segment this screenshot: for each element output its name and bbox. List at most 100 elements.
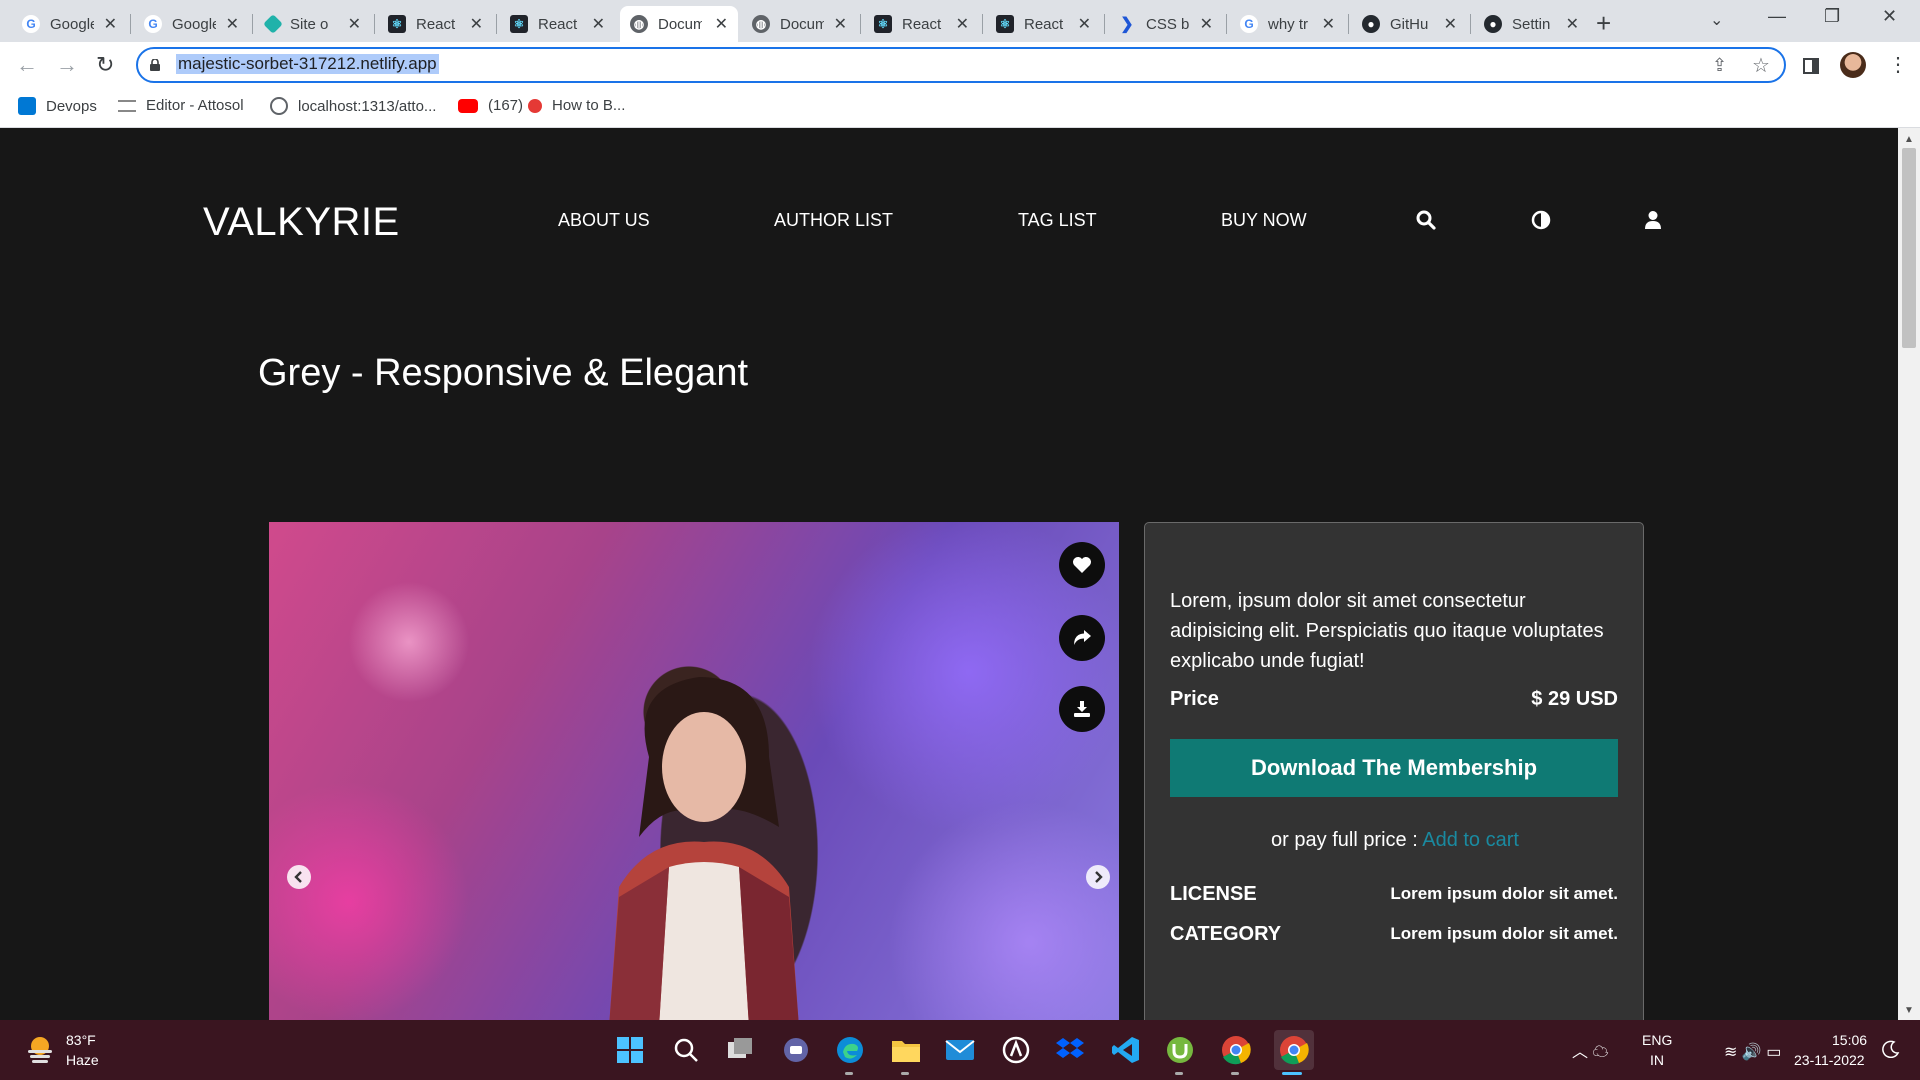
bookmark-youtube[interactable]: (167) xyxy=(458,97,523,114)
profile-avatar[interactable] xyxy=(1840,52,1866,78)
browser-tab-active[interactable]: ◍ Docum ✕ xyxy=(620,6,738,42)
share-button[interactable] xyxy=(1059,615,1105,661)
close-icon[interactable]: ✕ xyxy=(1566,14,1579,34)
new-tab-button[interactable]: + xyxy=(1596,8,1611,39)
browser-tab[interactable]: ⚛ React ✕ xyxy=(864,6,979,42)
clock-time[interactable]: 15:06 xyxy=(1832,1032,1867,1048)
close-icon[interactable]: ✕ xyxy=(1444,14,1457,34)
utorrent-icon[interactable] xyxy=(1164,1034,1196,1066)
close-icon[interactable]: ✕ xyxy=(470,14,483,34)
chrome-icon[interactable] xyxy=(1274,1030,1314,1070)
tab-divider xyxy=(252,14,253,34)
favorite-button[interactable] xyxy=(1059,542,1105,588)
nav-author-list[interactable]: AUTHOR LIST xyxy=(774,210,893,231)
close-icon[interactable]: ✕ xyxy=(834,14,847,34)
close-icon[interactable]: ✕ xyxy=(1200,14,1213,34)
window-close-icon[interactable]: ✕ xyxy=(1882,6,1897,27)
browser-tab[interactable]: ◍ Docum ✕ xyxy=(742,6,857,42)
close-icon[interactable]: ✕ xyxy=(592,14,605,34)
pay-full-price-text: or pay full price : xyxy=(1271,829,1418,851)
task-view-icon[interactable] xyxy=(724,1034,756,1066)
add-to-cart-link[interactable]: Add to cart xyxy=(1422,829,1519,851)
minimize-icon[interactable]: — xyxy=(1768,6,1786,27)
browser-tab[interactable]: ● Settin ✕ xyxy=(1474,6,1589,42)
github-icon: ● xyxy=(1484,15,1502,33)
dropbox-icon[interactable] xyxy=(1054,1034,1086,1066)
close-icon[interactable]: ✕ xyxy=(1322,14,1335,34)
browser-tab[interactable]: G Google ✕ xyxy=(12,6,127,42)
browser-tab[interactable]: G Google ✕ xyxy=(134,6,249,42)
hero-image-slider[interactable] xyxy=(269,522,1119,1020)
scrollbar-thumb[interactable] xyxy=(1902,148,1916,348)
nav-tag-list[interactable]: TAG LIST xyxy=(1018,210,1097,231)
bookmark-localhost[interactable]: localhost:1313/atto... xyxy=(270,97,436,115)
file-explorer-icon[interactable] xyxy=(890,1034,922,1066)
close-icon[interactable]: ✕ xyxy=(226,14,239,34)
kebab-menu-icon[interactable]: ⋮ xyxy=(1888,52,1908,77)
scroll-down-arrow-icon[interactable]: ▼ xyxy=(1904,1005,1914,1016)
notification-moon-icon[interactable] xyxy=(1882,1040,1900,1058)
bookmark-editor[interactable]: Editor - Attosol xyxy=(118,97,244,114)
google-icon: G xyxy=(144,15,162,33)
scroll-up-arrow-icon[interactable]: ▲ xyxy=(1904,134,1914,145)
browser-tab[interactable]: G why tr ✕ xyxy=(1230,6,1345,42)
tab-label: Docum xyxy=(658,15,702,33)
bookmark-star-icon[interactable]: ☆ xyxy=(1752,53,1770,78)
bookmark-devops[interactable]: Devops xyxy=(18,97,97,115)
system-tray-icons[interactable]: ︿ ☁ ≋ 🔊 ▭ xyxy=(1572,1038,1781,1062)
tab-label: React xyxy=(538,15,578,33)
windows-start-icon[interactable] xyxy=(614,1034,646,1066)
chat-icon[interactable] xyxy=(780,1034,812,1066)
chrome-icon[interactable] xyxy=(1220,1034,1252,1066)
close-icon[interactable]: ✕ xyxy=(956,14,969,34)
weather-haze-icon[interactable] xyxy=(24,1034,56,1064)
close-icon[interactable]: ✕ xyxy=(1078,14,1091,34)
browser-tab[interactable]: ● GitHu ✕ xyxy=(1352,6,1467,42)
nav-about-us[interactable]: ABOUT US xyxy=(558,210,650,231)
page-scrollbar[interactable]: ▲ ▼ xyxy=(1898,128,1920,1020)
input-region[interactable]: IN xyxy=(1650,1052,1664,1068)
close-icon[interactable]: ✕ xyxy=(104,14,117,34)
input-language[interactable]: ENG xyxy=(1642,1032,1672,1048)
nav-buy-now[interactable]: BUY NOW xyxy=(1221,210,1307,231)
share-icon[interactable]: ⇪ xyxy=(1712,55,1727,76)
back-arrow-icon[interactable]: ← xyxy=(16,52,38,78)
browser-tab[interactable]: ⚛ React ✕ xyxy=(378,6,493,42)
slider-next-button[interactable] xyxy=(1086,865,1110,889)
tab-search-chevron-icon[interactable]: ⌄ xyxy=(1710,10,1723,30)
tab-divider xyxy=(860,14,861,34)
bookmark-how-to[interactable]: How to B... xyxy=(528,97,625,114)
search-icon[interactable] xyxy=(1416,210,1436,230)
taskbar-search-icon[interactable] xyxy=(670,1034,702,1066)
close-icon[interactable]: ✕ xyxy=(348,14,361,34)
contrast-icon[interactable] xyxy=(1531,210,1551,230)
close-icon[interactable]: ✕ xyxy=(715,14,728,34)
user-icon[interactable] xyxy=(1644,210,1662,230)
mail-icon[interactable] xyxy=(944,1034,976,1066)
forward-arrow-icon[interactable]: → xyxy=(56,52,78,78)
edge-icon[interactable] xyxy=(834,1034,866,1066)
restore-icon[interactable]: ❐ xyxy=(1824,6,1840,27)
browser-tab[interactable]: Site o ✕ xyxy=(256,6,371,42)
weather-condition: Haze xyxy=(66,1052,99,1068)
lock-icon[interactable] xyxy=(150,59,160,71)
app-icon[interactable] xyxy=(1000,1034,1032,1066)
side-panel-icon[interactable] xyxy=(1803,58,1819,74)
site-logo[interactable]: VALKYRIE xyxy=(203,200,400,245)
browser-tab[interactable]: ❯ CSS b ✕ xyxy=(1108,6,1223,42)
url-text[interactable]: majestic-sorbet-317212.netlify.app xyxy=(176,54,439,74)
chevron-left-icon xyxy=(294,871,302,883)
browser-tab[interactable]: ⚛ React ✕ xyxy=(986,6,1101,42)
tab-label: GitHu xyxy=(1390,15,1429,33)
share-icon xyxy=(1074,630,1091,645)
price-value: $ 29 USD xyxy=(1531,688,1618,710)
vscode-icon[interactable] xyxy=(1110,1034,1142,1066)
google-icon: G xyxy=(22,15,40,33)
download-button[interactable] xyxy=(1059,686,1105,732)
reload-icon[interactable]: ↻ xyxy=(96,52,114,78)
browser-tab[interactable]: ⚛ React ✕ xyxy=(500,6,615,42)
bookmark-label: Devops xyxy=(46,97,97,115)
download-membership-button[interactable]: Download The Membership xyxy=(1170,739,1618,797)
slider-prev-button[interactable] xyxy=(287,865,311,889)
clock-date[interactable]: 23-11-2022 xyxy=(1794,1052,1865,1068)
